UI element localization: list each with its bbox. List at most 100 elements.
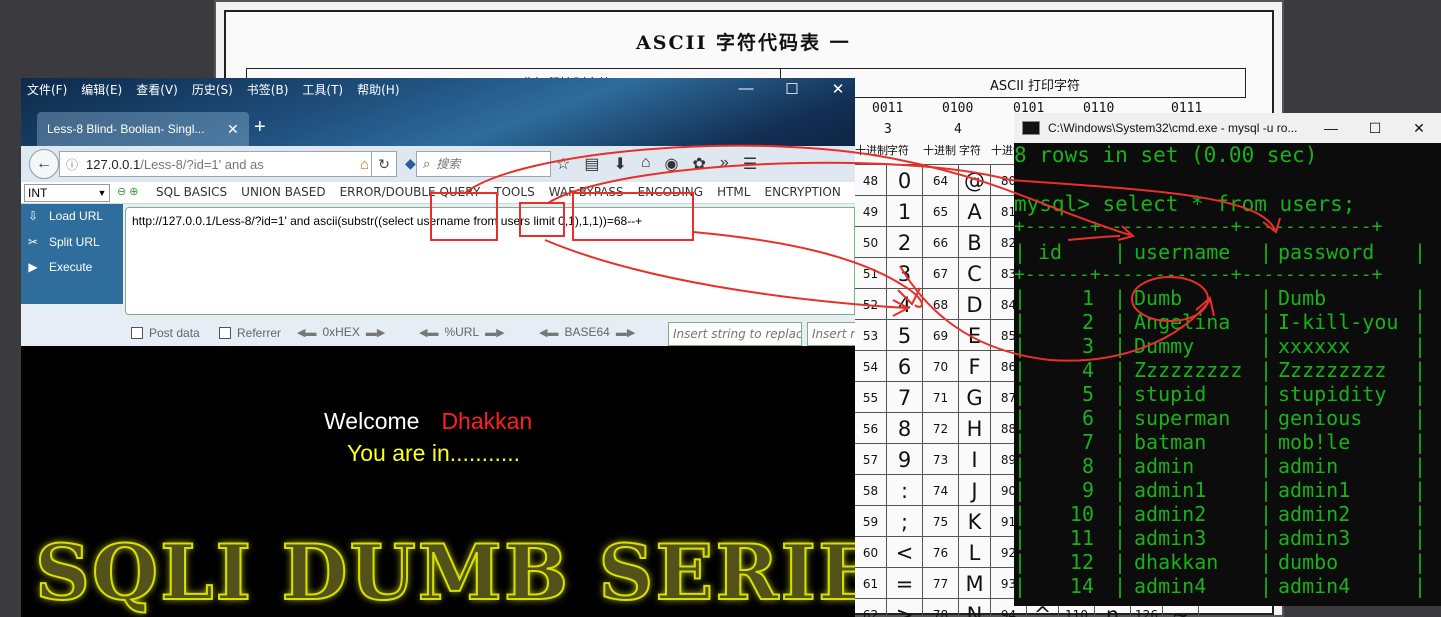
injection-type-select[interactable]: INT ▼ [24,184,110,202]
replace-with-input[interactable] [808,323,855,345]
home-button-icon[interactable]: ⌂ [641,154,651,174]
pipe: | [1260,358,1273,382]
split-url-button[interactable]: ✂ Split URL [25,235,100,249]
info-icon[interactable]: ⓘ [66,156,78,173]
star-icon[interactable]: ☆ [556,154,570,174]
menu-history[interactable]: 历史(S) [192,81,233,98]
injection-query[interactable]: http://127.0.0.1/Less-8/?id=1' and ascii… [132,214,848,228]
hex-encode-control[interactable]: ◀▬ 0xHEX ▬▶ [297,325,385,339]
menu-waf-bypass[interactable]: WAF BYPASS [549,185,624,199]
grid-header-dec: 十进制 [923,144,956,157]
left-arrow-icon[interactable]: ◀▬ [297,326,316,339]
ascii-char: M [959,568,991,599]
menu-view[interactable]: 查看(V) [136,81,178,98]
menu-tools[interactable]: 工具(T) [302,81,343,98]
palette-icon[interactable]: ✿ [693,154,706,174]
url-encode-control[interactable]: ◀▬ %URL ▬▶ [419,325,505,339]
ascii-char: 1 [887,196,923,227]
checkbox-box[interactable] [131,327,143,339]
cell-username: dhakkan [1134,550,1219,574]
window-controls: — ☐ ✕ [735,80,849,98]
menu-union-based[interactable]: UNION BASED [241,185,325,199]
left-arrow-icon[interactable]: ◀▬ [419,326,438,339]
menu-bar: 文件(F) 编辑(E) 查看(V) 历史(S) 书签(B) 工具(T) 帮助(H… [27,81,400,98]
execute-label: Execute [49,260,93,274]
pipe: | [1414,358,1427,382]
hackbar-url-textarea[interactable]: http://127.0.0.1/Less-8/?id=1' and ascii… [125,207,855,315]
menu-html[interactable]: HTML [717,185,750,199]
menu-sql-basics[interactable]: SQL BASICS [156,185,227,199]
cmd-minimize-button[interactable]: — [1309,120,1353,136]
cmd-maximize-button[interactable]: ☐ [1353,120,1397,137]
hackbar-menu: SQL BASICS UNION BASED ERROR/DOUBLE QUER… [156,185,841,199]
ascii-decimal: 54 [855,351,887,382]
extension-icon[interactable]: ◉ [665,154,679,174]
menu-help[interactable]: 帮助(H) [357,81,399,98]
replace-input[interactable] [669,323,801,345]
close-button[interactable]: ✕ [827,80,849,98]
search-input[interactable] [436,157,537,171]
menu-encoding[interactable]: ENCODING [638,185,703,199]
load-url-button[interactable]: ⇩ Load URL [25,209,103,223]
ascii-decimal: 66 [923,227,959,258]
checkbox-box[interactable] [219,327,231,339]
new-tab-icon[interactable]: + [254,116,266,139]
hackbar-menu-row: INT ▼ ⊖ ⊕ SQL BASICS UNION BASED ERROR/D… [21,182,855,204]
back-arrow-icon[interactable]: ← [29,149,59,179]
maximize-button[interactable]: ☐ [781,80,803,98]
menu-encryption[interactable]: ENCRYPTION [764,185,840,199]
replace-with-field[interactable] [807,322,855,346]
menu-bookmarks[interactable]: 书签(B) [247,81,289,98]
table-row: | 9 | admin1 | admin1 | [1014,478,1441,502]
table-row: | 6 | superman | genious | [1014,406,1441,430]
url-host: 127.0.0.1 [86,156,141,172]
ascii-decimal: 62 [855,599,887,617]
ascii-char: 4 [887,289,923,320]
grid-header-chr: 字符 [887,144,909,157]
menu-error-double-query[interactable]: ERROR/DOUBLE QUERY [340,185,481,199]
url-bar[interactable]: ⓘ 127.0.0.1/Less-8/?id=1' and as ⌂ [59,151,374,177]
pipe: | [1414,478,1427,502]
ascii-char: D [959,289,991,320]
cell-username: admin [1134,454,1195,478]
ascii-char: < [887,537,923,568]
minimize-button[interactable]: — [735,80,757,98]
cmd-title: C:\Windows\System32\cmd.exe - mysql -u r… [1048,121,1298,135]
right-arrow-icon[interactable]: ▬▶ [485,326,504,339]
cell-id: 1 [1081,286,1094,310]
replace-field[interactable] [668,322,802,346]
chevron-down-icon: ▼ [97,188,107,198]
clipboard-icon[interactable]: ▤ [584,154,599,174]
grid-header-dec: 十进制 [855,144,888,157]
menu-file[interactable]: 文件(F) [27,81,67,98]
ascii-char: K [959,506,991,537]
overflow-icon[interactable]: » [720,154,729,174]
pipe: | [1114,358,1127,382]
download-icon[interactable]: ⬇ [613,154,626,174]
post-data-checkbox[interactable]: Post data [131,326,200,340]
base64-encode-control[interactable]: ◀▬ BASE64 ▬▶ [539,325,635,339]
left-arrow-icon[interactable]: ◀▬ [539,326,558,339]
menu-tools[interactable]: TOOLS [494,185,535,199]
ascii-char: G [959,382,991,413]
ascii-decimal: 69 [923,320,959,351]
right-arrow-icon[interactable]: ▬▶ [366,326,385,339]
you-are-in-text: You are in........... [347,440,521,466]
pipe: | [1414,382,1427,406]
addon-icon[interactable]: ◆ [405,155,416,172]
url-text[interactable]: 127.0.0.1/Less-8/?id=1' and as [86,157,264,172]
referrer-checkbox[interactable]: Referrer [219,326,281,340]
hackbar-arrows-icon[interactable]: ⊖ ⊕ [117,185,139,198]
right-arrow-icon[interactable]: ▬▶ [616,326,635,339]
tab-less8[interactable]: Less-8 Blind- Boolian- Singl... ✕ [37,112,249,146]
menu-edit[interactable]: 编辑(E) [81,81,122,98]
tab-close-icon[interactable]: ✕ [227,121,249,138]
ascii-char: C [959,258,991,289]
execute-button[interactable]: ▶ Execute [25,260,92,274]
search-box[interactable]: ⌕ [416,151,551,177]
reload-icon[interactable]: ↻ [371,151,397,177]
hamburger-menu-icon[interactable]: ☰ [743,154,757,174]
play-icon: ▶ [28,260,38,274]
cmd-close-button[interactable]: ✕ [1397,120,1441,137]
table-row: | 3 | Dummy | xxxxxx | [1014,334,1441,358]
